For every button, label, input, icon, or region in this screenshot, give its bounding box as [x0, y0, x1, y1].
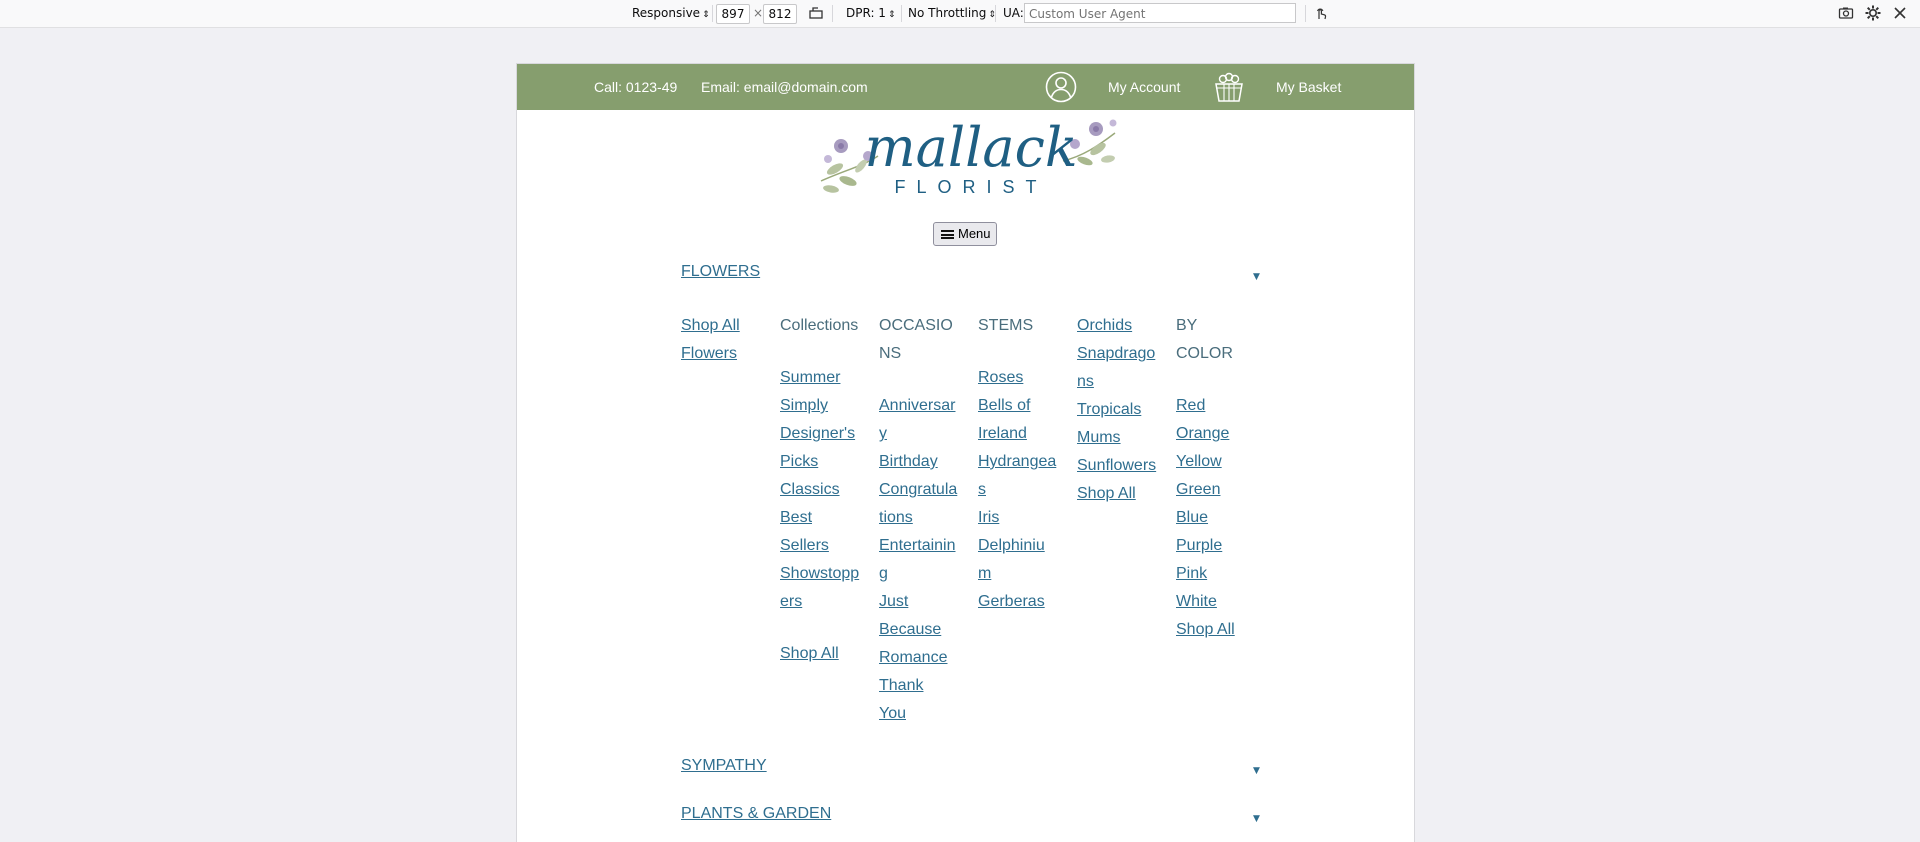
stem-link[interactable]: Iris [978, 504, 1058, 532]
nav-plants-garden[interactable]: PLANTS & GARDEN [681, 800, 831, 828]
my-account-link[interactable]: My Account [1108, 64, 1180, 110]
width-input[interactable]: 897 [716, 4, 750, 24]
hamburger-icon [941, 230, 954, 239]
header-bar: Call: 0123-49 Email: email@domain.com My… [517, 64, 1414, 110]
separator [832, 5, 833, 22]
column-occasions: OCCASIONS Anniversary Birthday Congratul… [879, 312, 959, 728]
collection-link[interactable]: Showstoppers [780, 560, 860, 616]
occasion-link[interactable]: Thank [879, 672, 959, 700]
my-basket-link[interactable]: My Basket [1276, 64, 1341, 110]
shop-all-flowers-link[interactable]: Shop All Flowers [681, 312, 776, 368]
color-link[interactable]: Red [1176, 392, 1256, 420]
stem-link[interactable]: Roses [978, 364, 1058, 392]
account-icon[interactable] [1045, 71, 1077, 103]
dpr-label: DPR: 1 [846, 6, 886, 20]
close-icon[interactable] [1892, 5, 1908, 21]
sympathy-caret-icon[interactable]: ▼ [1253, 766, 1260, 776]
user-agent-input[interactable]: Custom User Agent [1024, 3, 1296, 23]
menu-toggle-button[interactable]: Menu [933, 222, 997, 246]
collections-heading: Collections [780, 317, 859, 334]
page-viewport: Call: 0123-49 Email: email@domain.com My… [517, 64, 1414, 842]
stem-link[interactable]: Gerberas [978, 588, 1058, 616]
throttling-label: No Throttling [908, 6, 987, 20]
email-link[interactable]: Email: email@domain.com [701, 64, 868, 110]
color-link[interactable]: Blue [1176, 504, 1256, 532]
stem-link[interactable]: Ireland [978, 420, 1058, 448]
color-link[interactable]: Pink [1176, 560, 1256, 588]
occasion-link[interactable]: Birthday [879, 448, 959, 476]
column-by-color: BY COLOR Red Orange Yellow Green Blue Pur… [1176, 312, 1256, 644]
orchid-link[interactable]: Tropicals [1077, 396, 1157, 424]
collection-link[interactable]: Sellers [780, 532, 860, 560]
logo-wordmark: mallack [864, 116, 1077, 179]
settings-icon[interactable] [1865, 5, 1881, 21]
color-link[interactable]: Purple [1176, 532, 1256, 560]
column-shop-all-flowers: Shop All Flowers [681, 312, 776, 368]
separator [1305, 5, 1306, 22]
rotate-icon[interactable] [808, 5, 824, 21]
mallack-florist-logo[interactable]: mallack FLORIST [813, 111, 1123, 203]
color-link[interactable]: White [1176, 588, 1256, 616]
responsive-toolbar: Responsive ⇕ 897 × 812 DPR: 1 ⇕ No Throttl… [0, 0, 1920, 28]
collection-link[interactable]: Designer's Picks [780, 420, 860, 476]
orchid-link[interactable]: Shop All [1077, 480, 1157, 508]
stem-link[interactable]: Hydrangeas [978, 448, 1058, 504]
column-collections: Collections Summer Simply Designer's Pic… [780, 312, 860, 668]
occasions-heading: OCCASIONS [879, 317, 953, 362]
occasion-link[interactable]: Just [879, 588, 959, 616]
color-link[interactable]: Green [1176, 476, 1256, 504]
color-link[interactable]: Shop All [1176, 616, 1256, 644]
color-link[interactable]: Yellow [1176, 448, 1256, 476]
device-selector[interactable]: Responsive ⇕ [632, 0, 710, 27]
flowers-caret-icon[interactable]: ▼ [1253, 272, 1260, 282]
by-color-heading: BY COLOR [1176, 317, 1233, 362]
stems-heading: STEMS [978, 317, 1034, 334]
screenshot-icon[interactable] [1838, 5, 1854, 21]
device-selector-label: Responsive [632, 6, 701, 20]
separator [901, 5, 902, 22]
column-orchids: Orchids Snapdragons Tropicals Mums Sunfl… [1077, 312, 1157, 508]
basket-icon[interactable] [1213, 70, 1245, 104]
times-sign: × [753, 6, 764, 20]
collections-shop-all-link[interactable]: Shop All [780, 640, 860, 668]
orchid-link[interactable]: Snapdragons [1077, 340, 1157, 396]
nav-flowers[interactable]: FLOWERS [681, 258, 760, 286]
color-link[interactable]: Orange [1176, 420, 1256, 448]
dpr-selector[interactable]: DPR: 1 ⇕ [846, 0, 895, 27]
column-stems: STEMS Roses Bells of Ireland Hydrangeas … [978, 312, 1058, 616]
occasion-link[interactable]: Because [879, 616, 959, 644]
occasion-link[interactable]: Entertaining [879, 532, 959, 588]
height-input[interactable]: 812 [763, 4, 797, 24]
collection-link[interactable]: Best [780, 504, 860, 532]
stem-link[interactable]: Bells of [978, 392, 1058, 420]
menu-button-label: Menu [958, 226, 991, 241]
phone-text: Call: 0123-49 [594, 79, 678, 95]
plants-caret-icon[interactable]: ▼ [1253, 814, 1260, 824]
separator [712, 5, 713, 22]
orchid-link[interactable]: Mums [1077, 424, 1157, 452]
touch-icon[interactable] [1313, 5, 1329, 21]
throttling-selector[interactable]: No Throttling ⇕ [908, 0, 996, 27]
ua-label: UA: [1003, 6, 1024, 20]
separator [995, 5, 996, 22]
occasion-link[interactable]: Romance [879, 644, 959, 672]
collection-link[interactable]: Summer [780, 364, 860, 392]
occasion-link[interactable]: Congratulations [879, 476, 959, 532]
logo-tagline: FLORIST [894, 177, 1047, 197]
stem-link[interactable]: Delphinium [978, 532, 1058, 588]
collection-link[interactable]: Classics [780, 476, 860, 504]
orchid-link[interactable]: Orchids [1077, 312, 1157, 340]
collection-link[interactable]: Simply [780, 392, 860, 420]
nav-sympathy[interactable]: SYMPATHY [681, 752, 767, 780]
occasion-link[interactable]: You [879, 700, 959, 728]
orchid-link[interactable]: Sunflowers [1077, 452, 1157, 480]
occasion-link[interactable]: Anniversary [879, 392, 959, 448]
